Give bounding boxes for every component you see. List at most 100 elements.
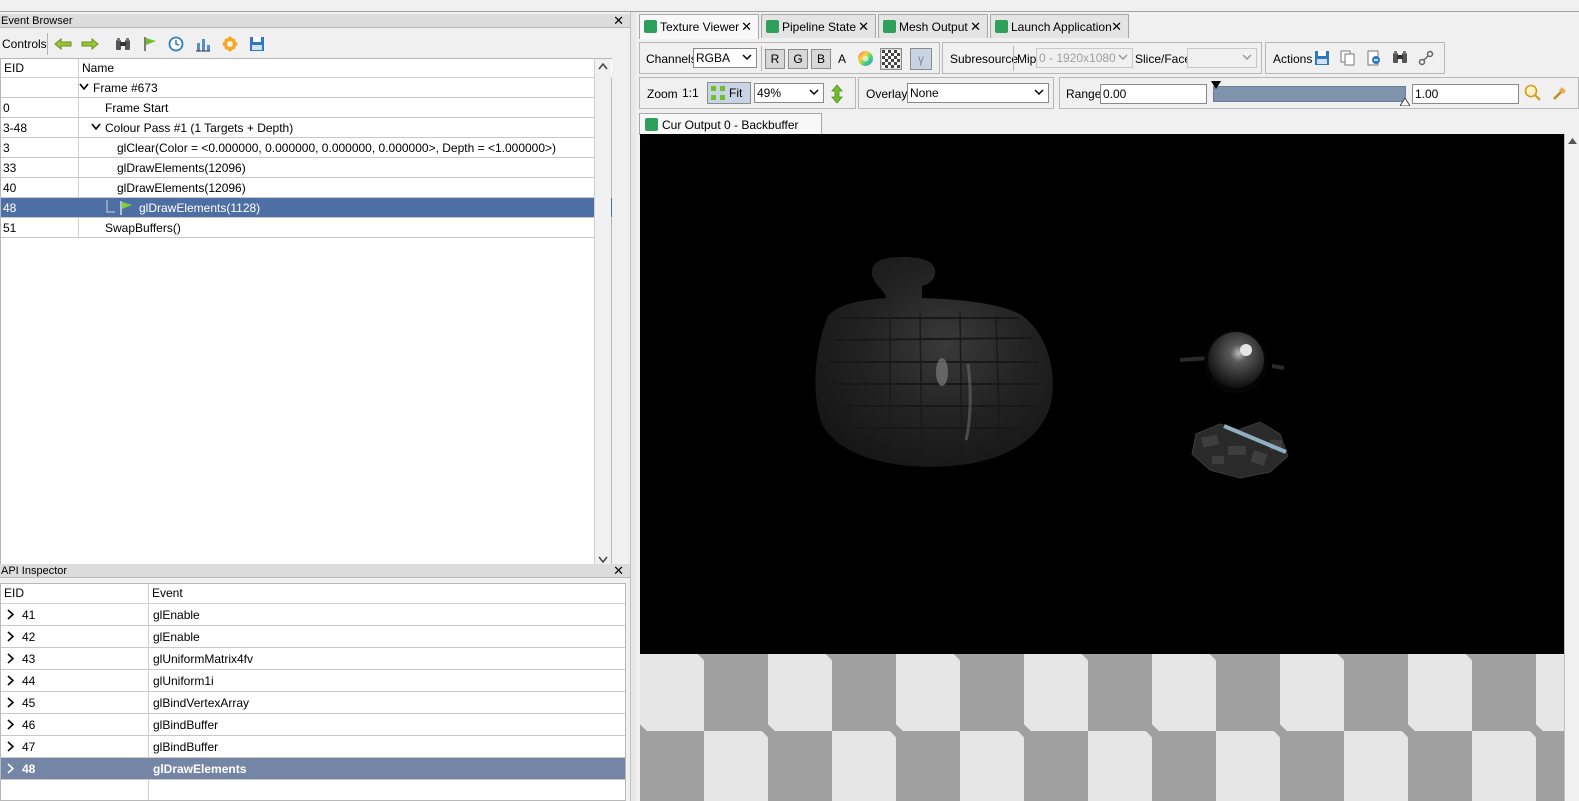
mip-select[interactable]: 0 - 1920x1080 — [1036, 48, 1133, 68]
output-tab[interactable]: Cur Output 0 - Backbuffer Color — [639, 113, 822, 154]
api-row-selected[interactable]: 48 glDrawElements — [1, 758, 625, 780]
blue-channel-toggle[interactable]: B — [811, 49, 831, 69]
range-slider[interactable] — [1211, 81, 1410, 106]
expand-chevron-icon[interactable] — [7, 719, 14, 730]
api-event: glEnable — [153, 630, 200, 644]
slice-face-select[interactable] — [1187, 48, 1257, 68]
asterisk-icon[interactable] — [220, 34, 240, 54]
flip-vertical-icon[interactable] — [830, 84, 844, 104]
scroll-down-icon[interactable] — [598, 556, 608, 563]
expand-chevron-icon[interactable] — [7, 763, 14, 774]
event-row[interactable]: 33 glDrawElements(12096) — [1, 158, 612, 178]
api-row[interactable]: 47 glBindBuffer — [1, 736, 625, 758]
event-row-selected[interactable]: 48 glDrawElements(1128) — [1, 198, 612, 218]
chart-icon[interactable] — [193, 34, 213, 54]
name-column-header[interactable]: Name — [82, 61, 114, 75]
viewport-scrollbar[interactable] — [1564, 134, 1579, 801]
event-eid: 3-48 — [3, 121, 28, 135]
event-eid: 51 — [3, 221, 17, 235]
api-row[interactable]: 46 glBindBuffer — [1, 714, 625, 736]
range-max-input[interactable]: 1.00 — [1412, 84, 1519, 104]
tab-launch-application[interactable]: Launch Application ✕ — [990, 14, 1129, 38]
checkerboard-background — [640, 654, 1564, 801]
tab-mesh-output[interactable]: Mesh Output ✕ — [878, 14, 988, 38]
event-row[interactable]: 3 glClear(Color = <0.000000, 0.000000, 0… — [1, 138, 612, 158]
save-icon[interactable] — [1314, 50, 1330, 66]
expand-chevron-icon[interactable] — [7, 675, 14, 686]
flag-icon[interactable] — [140, 34, 160, 54]
mesh-output-icon — [883, 20, 896, 33]
range-max-handle[interactable] — [1400, 98, 1410, 106]
panel-splitter[interactable] — [630, 12, 636, 801]
api-row[interactable]: 45 glBindVertexArray — [1, 692, 625, 714]
event-row[interactable]: 40 glDrawElements(12096) — [1, 178, 612, 198]
texture-viewport[interactable] — [640, 134, 1564, 801]
zoom-one-to-one-button[interactable]: 1:1 — [682, 86, 699, 100]
api-row[interactable]: 44 glUniform1i — [1, 670, 625, 692]
api-event: glUniformMatrix4fv — [153, 652, 254, 666]
link-icon[interactable] — [1418, 50, 1434, 66]
channels-select[interactable]: RGBA — [693, 48, 757, 68]
expand-chevron-icon[interactable] — [7, 653, 14, 664]
event-row[interactable]: 51 SwapBuffers() — [1, 218, 612, 238]
green-channel-toggle[interactable]: G — [788, 49, 808, 69]
color-wheel-icon[interactable] — [857, 50, 874, 67]
chevron-down-icon — [1117, 51, 1129, 63]
subresource-toolbar: Subresource Mip 0 - 1920x1080 Slice/Face — [942, 42, 1262, 74]
range-label: Range — [1066, 87, 1102, 101]
event-row[interactable]: 0 Frame Start — [1, 98, 612, 118]
event-row-colour-pass[interactable]: 3-48 Colour Pass #1 (1 Targets + Depth) — [1, 118, 612, 138]
scroll-up-icon[interactable] — [598, 63, 608, 70]
red-channel-toggle[interactable]: R — [765, 49, 785, 69]
tab-pipeline-state[interactable]: Pipeline State ✕ — [761, 14, 876, 38]
alpha-channel-toggle[interactable]: A — [838, 52, 846, 66]
api-row[interactable]: 43 glUniformMatrix4fv — [1, 648, 625, 670]
api-row[interactable]: 41 glEnable — [1, 604, 625, 626]
api-inspector-header: API Inspector ✕ — [0, 564, 630, 578]
close-icon[interactable]: ✕ — [970, 15, 981, 39]
forward-arrow-icon[interactable] — [80, 34, 100, 54]
range-min-handle[interactable] — [1211, 81, 1221, 89]
api-row[interactable]: 42 glEnable — [1, 626, 625, 648]
auto-fit-range-icon[interactable] — [1524, 84, 1542, 102]
clock-icon[interactable] — [166, 34, 186, 54]
expand-chevron-icon[interactable] — [7, 609, 14, 620]
collapse-chevron-icon[interactable] — [79, 83, 89, 91]
collapse-chevron-icon[interactable] — [91, 123, 101, 131]
controls-label: Controls — [2, 37, 47, 51]
expand-chevron-icon[interactable] — [7, 697, 14, 708]
event-tree-scrollbar[interactable] — [594, 59, 611, 567]
event-name: Colour Pass #1 (1 Targets + Depth) — [105, 121, 294, 135]
range-min-input[interactable]: 0.00 — [1100, 84, 1207, 104]
mip-label: Mip — [1017, 52, 1037, 66]
api-event: glEnable — [153, 608, 200, 622]
save-icon[interactable] — [247, 34, 267, 54]
overlay-select[interactable]: None — [907, 83, 1049, 103]
expand-chevron-icon[interactable] — [7, 631, 14, 642]
fit-button[interactable]: Fit — [707, 82, 751, 104]
back-arrow-icon[interactable] — [53, 34, 73, 54]
close-icon[interactable]: ✕ — [1111, 15, 1122, 39]
event-name: glDrawElements(12096) — [117, 161, 246, 175]
copy-icon[interactable] — [1340, 50, 1356, 66]
event-browser-title: Event Browser — [1, 15, 73, 27]
expand-chevron-icon[interactable] — [7, 741, 14, 752]
event-row-frame[interactable]: Frame #673 — [1, 78, 612, 98]
event-browser-header: Event Browser ✕ — [0, 14, 630, 28]
gamma-toggle[interactable]: γ — [910, 48, 932, 70]
reset-range-icon[interactable] — [1551, 84, 1569, 102]
eid-column-header[interactable]: EID — [4, 586, 24, 600]
zoom-select[interactable]: 49% — [754, 83, 824, 103]
binoculars-icon[interactable] — [113, 34, 133, 54]
checkerboard-toggle[interactable] — [880, 48, 902, 70]
binoculars-icon[interactable] — [1392, 50, 1408, 64]
tab-texture-viewer[interactable]: Texture Viewer ✕ — [639, 14, 759, 39]
open-file-icon[interactable] — [1366, 50, 1382, 66]
event-browser-close-icon[interactable]: ✕ — [613, 14, 624, 27]
close-icon[interactable]: ✕ — [858, 15, 869, 39]
api-inspector-close-icon[interactable]: ✕ — [613, 564, 624, 577]
eid-column-header[interactable]: EID — [4, 61, 24, 75]
event-column-header[interactable]: Event — [152, 586, 183, 600]
close-icon[interactable]: ✕ — [741, 15, 752, 39]
scroll-up-icon[interactable] — [1568, 138, 1577, 144]
